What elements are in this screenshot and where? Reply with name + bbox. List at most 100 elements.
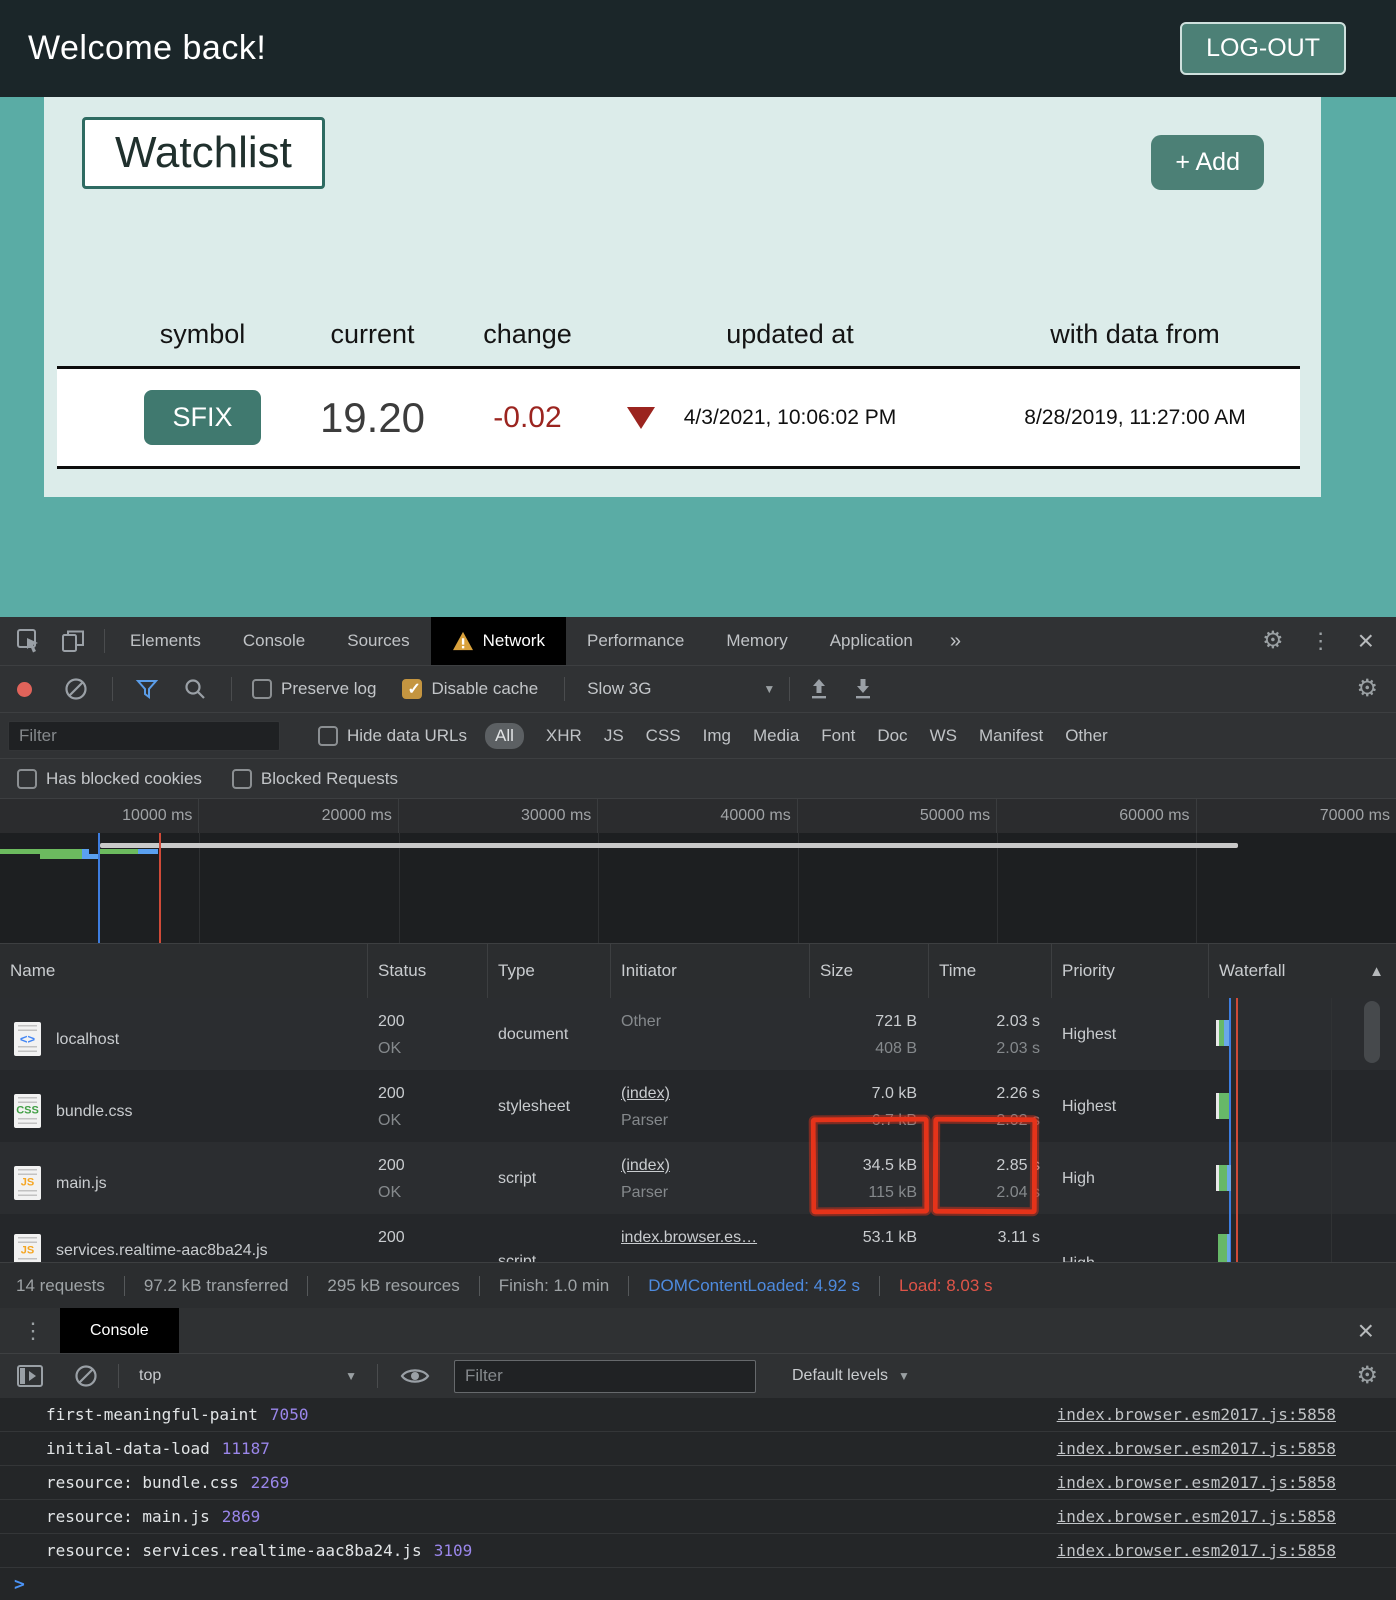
symbol-badge[interactable]: SFIX [144,390,260,445]
console-message: initial-data-load 11187 index.browser.es… [0,1432,1396,1466]
throttling-select[interactable]: Slow 3G ▼ [587,679,775,699]
filter-chip-css[interactable]: CSS [646,726,681,746]
initiator-link[interactable]: (index) [621,1080,810,1107]
blocked-requests-checkbox[interactable]: Blocked Requests [232,769,398,789]
header-initiator[interactable]: Initiator [611,944,810,998]
checkbox-unchecked[interactable] [17,769,37,789]
console-sidebar-icon[interactable] [16,1363,44,1389]
waterfall-bar[interactable] [1218,1234,1230,1262]
message-value: 3109 [434,1541,473,1560]
header-type[interactable]: Type [488,944,611,998]
priority: Highest [1052,1070,1209,1142]
header-name[interactable]: Name [0,944,368,998]
js-icon: JS [14,1234,41,1263]
waterfall-bar[interactable] [1216,1020,1229,1046]
source-link[interactable]: index.browser.esm2017.js:5858 [1057,1507,1336,1526]
settings-gear-icon[interactable]: ⚙ [1262,629,1284,653]
clear-icon[interactable] [64,677,88,701]
time-sub: 2.03 s [939,1035,1040,1062]
preserve-log-checkbox[interactable]: Preserve log [252,679,376,699]
console-message: first-meaningful-paint 7050 index.browse… [0,1398,1396,1432]
more-tabs-chevron[interactable]: » [934,630,977,653]
logout-button[interactable]: LOG-OUT [1180,22,1346,75]
size: 53.1 kB [820,1224,917,1251]
console-settings-gear-icon[interactable]: ⚙ [1356,1364,1378,1388]
chevron-down-icon: ▼ [763,682,775,696]
status-code: 200 [378,1152,488,1179]
request-row-services-realtime[interactable]: JS services.realtime-aac8ba24.js 200 scr… [0,1214,1396,1262]
has-blocked-cookies-checkbox[interactable]: Has blocked cookies [17,769,202,789]
timeline-overview[interactable] [0,833,1396,943]
filter-chip-all[interactable]: All [485,723,524,749]
timeline-request-bar [82,854,98,859]
waterfall-bar[interactable] [1216,1165,1231,1191]
initiator-link[interactable]: (index) [621,1152,810,1179]
filter-chip-other[interactable]: Other [1065,726,1108,746]
request-row-main-js[interactable]: JS main.js 200OK script (index)Parser 34… [0,1142,1396,1214]
add-symbol-button[interactable]: + Add [1151,135,1264,190]
current-price: 19.20 [305,394,440,442]
priority: High [1052,1214,1209,1262]
inspect-element-icon[interactable] [16,628,42,654]
tab-elements[interactable]: Elements [109,617,222,665]
gridline [798,833,799,943]
filter-chip-js[interactable]: JS [604,726,624,746]
filter-funnel-icon[interactable] [135,677,159,701]
filter-chip-img[interactable]: Img [703,726,731,746]
initiator-sub: Parser [621,1107,810,1134]
record-icon[interactable] [17,682,32,697]
initiator-link[interactable]: index.browser.es… [621,1224,810,1251]
request-row-localhost[interactable]: <> localhost 200OK document Other 721 B4… [0,998,1396,1070]
filter-chip-ws[interactable]: WS [930,726,957,746]
checkbox-unchecked[interactable] [252,679,272,699]
source-link[interactable]: index.browser.esm2017.js:5858 [1057,1541,1336,1560]
network-settings-gear-icon[interactable]: ⚙ [1356,677,1378,701]
close-icon[interactable]: × [1358,627,1374,655]
filter-chip-doc[interactable]: Doc [877,726,907,746]
search-icon[interactable] [183,677,207,701]
tab-application[interactable]: Application [809,617,934,665]
filter-chip-manifest[interactable]: Manifest [979,726,1043,746]
close-icon[interactable]: × [1358,1317,1374,1345]
checkbox-checked[interactable] [402,679,422,699]
scrollbar-thumb[interactable] [1364,1001,1380,1063]
gridline [199,833,200,943]
tab-sources[interactable]: Sources [326,617,430,665]
kebab-menu-icon[interactable]: ⋮ [22,1318,44,1344]
log-levels-select[interactable]: Default levels ▼ [792,1367,910,1385]
header-status[interactable]: Status [368,944,488,998]
checkbox-unchecked[interactable] [318,726,338,746]
tab-performance[interactable]: Performance [566,617,705,665]
export-har-icon[interactable] [852,677,874,701]
device-toolbar-icon[interactable] [60,628,86,654]
waterfall-bar[interactable] [1216,1093,1229,1119]
hide-data-urls-checkbox[interactable]: Hide data URLs [318,726,467,746]
tab-memory[interactable]: Memory [705,617,808,665]
checkbox-unchecked[interactable] [232,769,252,789]
source-link[interactable]: index.browser.esm2017.js:5858 [1057,1405,1336,1424]
console-prompt[interactable]: > [0,1568,1396,1600]
kebab-menu-icon[interactable]: ⋮ [1310,628,1332,654]
filter-chip-media[interactable]: Media [753,726,799,746]
tab-console-drawer[interactable]: Console [60,1308,179,1353]
header-size[interactable]: Size [810,944,929,998]
header-priority[interactable]: Priority [1052,944,1209,998]
import-har-icon[interactable] [808,677,830,701]
eye-icon[interactable] [400,1364,430,1388]
size: 7.0 kB [820,1080,917,1107]
header-time[interactable]: Time [929,944,1052,998]
request-row-bundle-css[interactable]: CSS bundle.css 200OK stylesheet (index)P… [0,1070,1396,1142]
request-name: main.js [56,1170,107,1197]
tab-network[interactable]: Network [431,617,566,665]
context-select[interactable]: top ▼ [139,1367,357,1385]
tab-console[interactable]: Console [222,617,326,665]
clear-console-icon[interactable] [74,1364,98,1388]
header-waterfall[interactable]: Waterfall ▲ [1209,944,1396,998]
console-filter-input[interactable] [454,1360,756,1393]
filter-chip-xhr[interactable]: XHR [546,726,582,746]
source-link[interactable]: index.browser.esm2017.js:5858 [1057,1439,1336,1458]
disable-cache-checkbox[interactable]: Disable cache [402,679,538,699]
network-filter-input[interactable] [8,721,280,751]
source-link[interactable]: index.browser.esm2017.js:5858 [1057,1473,1336,1492]
filter-chip-font[interactable]: Font [821,726,855,746]
